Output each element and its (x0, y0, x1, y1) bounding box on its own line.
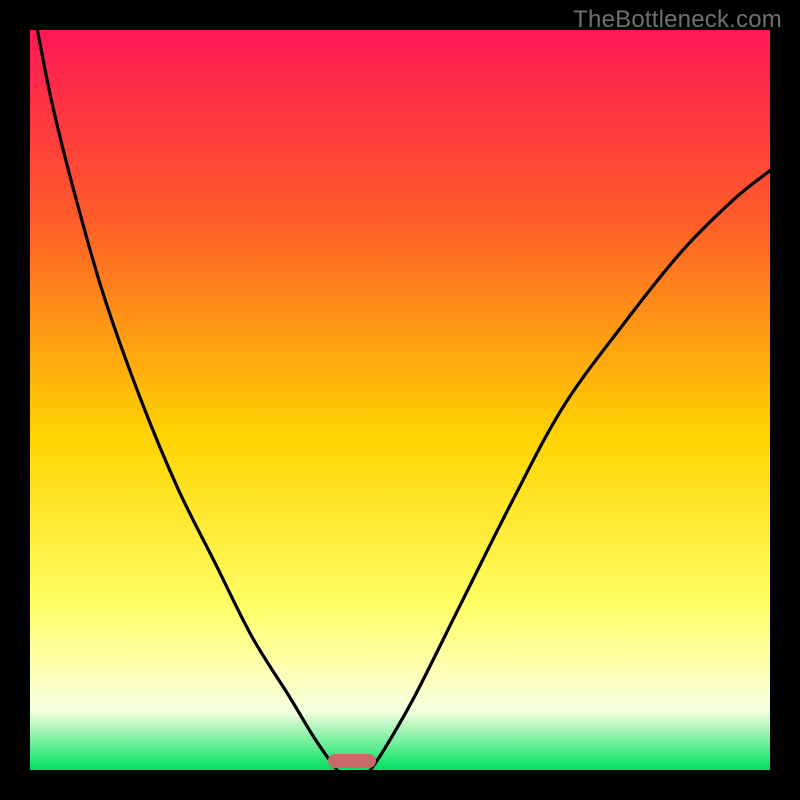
plot-frame (30, 30, 770, 770)
bottleneck-marker (328, 754, 376, 768)
plot-svg (30, 30, 770, 770)
chart-container: TheBottleneck.com (0, 0, 800, 800)
watermark-text: TheBottleneck.com (573, 6, 782, 34)
marker-pill (328, 754, 376, 768)
